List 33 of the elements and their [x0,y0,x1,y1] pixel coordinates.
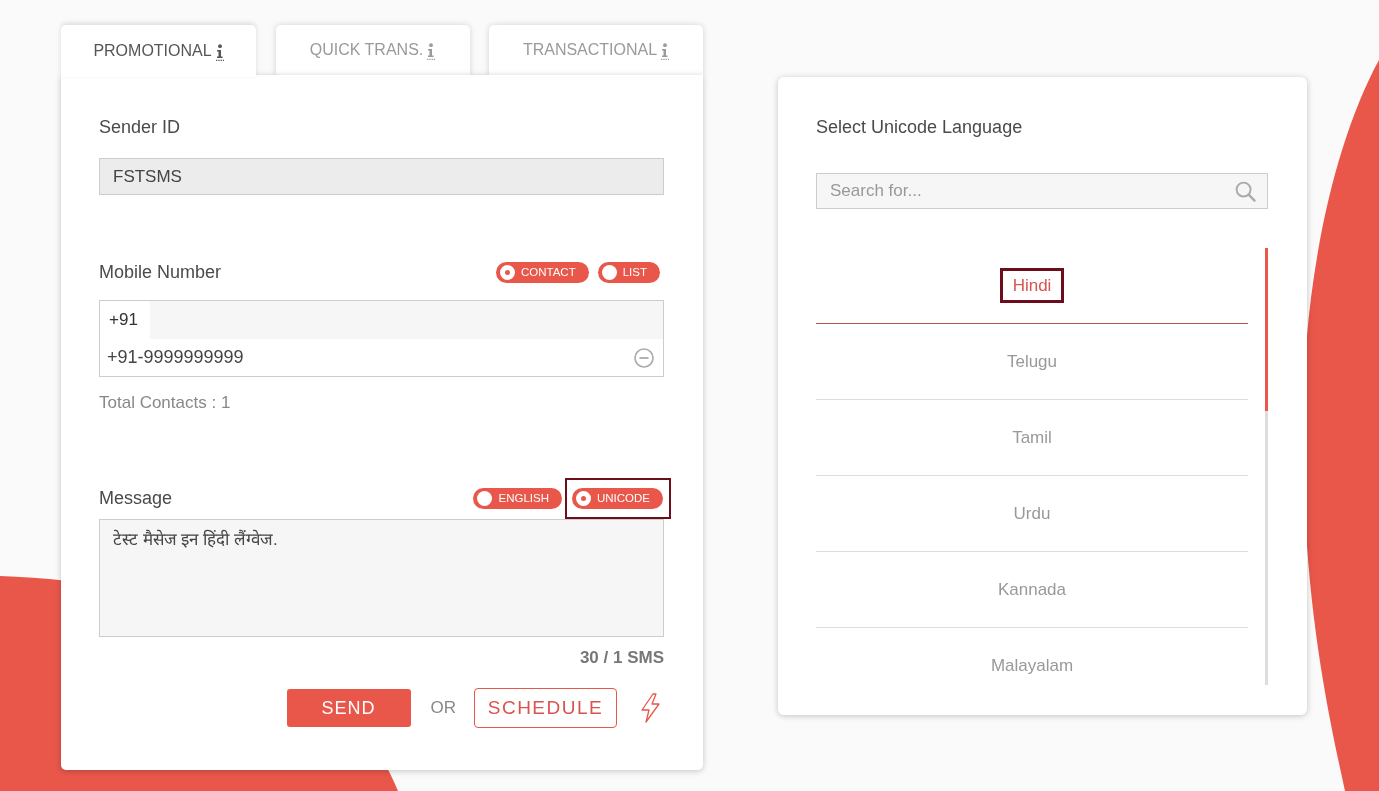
contact-number: +91-9999999999 [107,347,244,368]
info-icon[interactable] [215,43,224,61]
schedule-button[interactable]: SCHEDULE [474,688,617,728]
panel-title: Select Unicode Language [816,117,1023,137]
country-code: +91 [108,309,139,331]
language-option[interactable]: Hindi [999,268,1065,303]
option-toggle[interactable]: ENGLISH [473,487,562,509]
option-toggle[interactable]: CONTACT [495,261,589,283]
search-field[interactable]: Search for... [816,173,1268,209]
language-option[interactable]: Tamil [1012,427,1052,448]
lightning-icon[interactable] [639,693,661,723]
tab[interactable]: QUICK TRANS. [275,25,470,75]
language-option[interactable]: Telugu [1006,351,1058,372]
scrollbar-thumb[interactable] [1265,248,1268,411]
option-toggle[interactable]: LIST [597,261,660,283]
language-option[interactable]: Kannada [997,579,1067,600]
or-label: OR [430,698,456,718]
total-contacts: Total Contacts : 1 [99,393,231,413]
language-option[interactable]: Urdu [1013,503,1051,524]
sms-counter: 30 / 1 SMS [579,649,664,667]
message-field[interactable]: टेस्ट मैसेज इन हिंदी लैंग्वेज. [99,519,664,637]
number-input[interactable] [150,301,663,339]
search-icon[interactable] [1235,181,1256,202]
tab[interactable]: PROMOTIONAL [61,25,256,77]
send-button[interactable]: SEND [286,689,411,727]
tab[interactable]: TRANSACTIONAL [489,25,703,75]
field-label: Sender ID [99,117,181,137]
field-label: Message [99,488,173,508]
field-label: Mobile Number [99,262,222,282]
option-toggle[interactable]: UNICODE [571,487,663,509]
minus-circle-icon[interactable] [634,347,654,368]
sender-id-field[interactable]: FSTSMS [99,158,664,195]
language-option[interactable]: Malayalam [990,655,1074,676]
